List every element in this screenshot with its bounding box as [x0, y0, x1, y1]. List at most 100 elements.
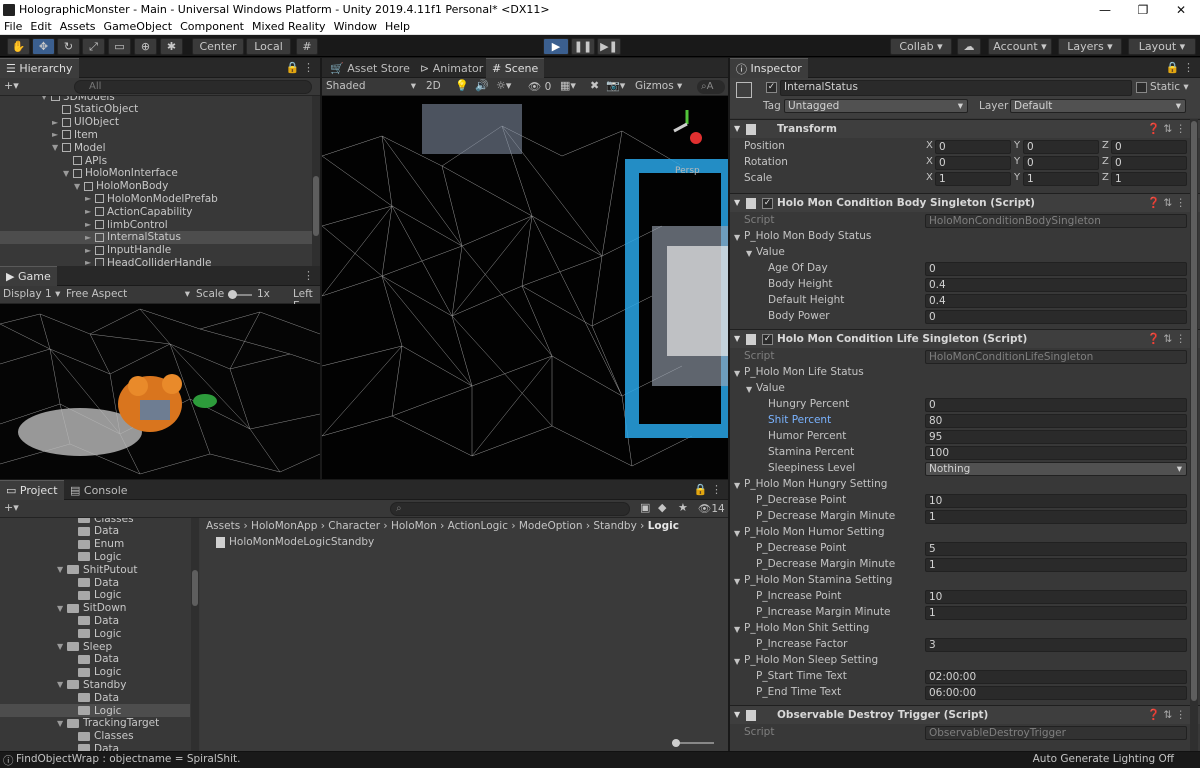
- project-folder[interactable]: Logic: [0, 627, 190, 640]
- expand-arrow-icon[interactable]: ►: [85, 194, 95, 203]
- foldout-arrow-icon[interactable]: ▼: [734, 710, 740, 719]
- expand-arrow-icon[interactable]: ▼: [57, 642, 67, 651]
- maximize-button[interactable]: ❐: [1124, 3, 1162, 17]
- project-folder[interactable]: Data: [0, 742, 190, 751]
- collab-button[interactable]: Collab ▾: [890, 38, 952, 55]
- account-dropdown[interactable]: Account ▾: [988, 38, 1052, 55]
- tab-animator[interactable]: ⊳ Animator: [414, 58, 489, 78]
- expand-arrow-icon[interactable]: ►: [85, 246, 95, 255]
- rect-tool-icon[interactable]: ▭: [108, 38, 131, 55]
- breadcrumb-item[interactable]: HoloMonApp: [251, 520, 317, 532]
- body-value-group[interactable]: ▼ Value: [730, 245, 1200, 261]
- static-checkbox[interactable]: [1136, 82, 1147, 93]
- z-field[interactable]: 1: [1111, 172, 1187, 186]
- menu-help[interactable]: Help: [381, 20, 414, 33]
- expand-arrow-icon[interactable]: ▼: [57, 680, 67, 689]
- component-menu-icon[interactable]: ❓ ⇅ ⋮: [1147, 332, 1186, 345]
- transform-tool-icon[interactable]: ⊕: [134, 38, 157, 55]
- file-item[interactable]: HoloMonModeLogicStandby: [216, 535, 374, 549]
- scene-view[interactable]: Persp: [322, 96, 728, 479]
- foldout-arrow-icon[interactable]: ▼: [734, 233, 740, 242]
- setting-group[interactable]: ▼ P_Holo Mon Stamina Setting: [730, 573, 1200, 589]
- y-field[interactable]: 1: [1023, 172, 1099, 186]
- setting-group[interactable]: ▼ P_Holo Mon Humor Setting: [730, 525, 1200, 541]
- tab-project[interactable]: ▭ Project: [0, 480, 64, 500]
- expand-arrow-icon[interactable]: ►: [52, 118, 62, 127]
- project-folder[interactable]: Data: [0, 614, 190, 627]
- tab-hierarchy[interactable]: ☰ Hierarchy: [0, 58, 79, 78]
- game-view[interactable]: [0, 304, 320, 479]
- value-field[interactable]: 0: [925, 310, 1187, 324]
- layers-dropdown[interactable]: Layers ▾: [1058, 38, 1122, 55]
- project-folder[interactable]: Logic: [0, 550, 190, 563]
- hierarchy-item[interactable]: APIs: [0, 154, 312, 167]
- foldout-arrow-icon[interactable]: ▼: [734, 334, 740, 343]
- layout-dropdown[interactable]: Layout ▾: [1128, 38, 1196, 55]
- project-folder[interactable]: Enum: [0, 538, 190, 551]
- foldout-arrow-icon[interactable]: ▼: [734, 369, 740, 378]
- value-field[interactable]: 0.4: [925, 278, 1187, 292]
- setting-group[interactable]: ▼ P_Holo Mon Shit Setting: [730, 621, 1200, 637]
- project-menu-icon[interactable]: 🔒 ⋮: [694, 483, 722, 496]
- value-field[interactable]: 1: [925, 606, 1187, 620]
- play-button[interactable]: ▶: [543, 38, 569, 55]
- hierarchy-item[interactable]: ► HeadColliderHandle: [0, 256, 312, 266]
- component-menu-icon[interactable]: ❓ ⇅ ⋮: [1147, 196, 1186, 209]
- game-menu-icon[interactable]: ⋮: [303, 269, 314, 282]
- close-button[interactable]: ✕: [1162, 3, 1200, 17]
- icon-size-slider[interactable]: [672, 739, 714, 747]
- shading-dropdown[interactable]: Shaded ▾: [326, 80, 416, 92]
- expand-arrow-icon[interactable]: ▼: [41, 96, 51, 101]
- project-folder[interactable]: ▼ TrackingTarget: [0, 717, 190, 730]
- pivot-local-button[interactable]: Local: [246, 38, 291, 55]
- life-status-group[interactable]: ▼ P_Holo Mon Life Status: [730, 365, 1200, 381]
- pause-button[interactable]: ❚❚: [571, 38, 595, 55]
- setting-group[interactable]: ▼ P_Holo Mon Hungry Setting: [730, 477, 1200, 493]
- project-create-icon[interactable]: +▾: [4, 501, 19, 514]
- hierarchy-item[interactable]: ► Item: [0, 128, 312, 141]
- value-field[interactable]: 95: [925, 430, 1187, 444]
- menu-mixed-reality[interactable]: Mixed Reality: [248, 20, 330, 33]
- menu-file[interactable]: File: [0, 20, 26, 33]
- destroy-trigger-header[interactable]: ▼ Observable Destroy Trigger (Script) ❓ ⇅ …: [730, 705, 1200, 724]
- expand-arrow-icon[interactable]: ►: [85, 207, 95, 216]
- project-folder[interactable]: Logic: [0, 704, 190, 717]
- lighting-icon[interactable]: 💡: [455, 79, 469, 92]
- breadcrumb-item[interactable]: Standby: [593, 520, 636, 532]
- foldout-arrow-icon[interactable]: ▼: [746, 385, 752, 394]
- project-folder[interactable]: ▼ ShitPutout: [0, 563, 190, 576]
- audio-icon[interactable]: 🔊: [475, 79, 489, 92]
- value-field[interactable]: 10: [925, 494, 1187, 508]
- expand-arrow-icon[interactable]: ▼: [57, 604, 67, 613]
- scale-tool-icon[interactable]: ⤢: [82, 38, 105, 55]
- menu-assets[interactable]: Assets: [56, 20, 100, 33]
- breadcrumb-item[interactable]: ActionLogic: [448, 520, 508, 532]
- layer-dropdown[interactable]: Default ▾: [1010, 99, 1186, 113]
- foldout-arrow-icon[interactable]: ▼: [734, 481, 740, 490]
- foldout-arrow-icon[interactable]: ▼: [734, 198, 740, 207]
- life-value-group[interactable]: ▼ Value: [730, 381, 1200, 397]
- breadcrumb-item[interactable]: HoloMon: [391, 520, 437, 532]
- foldout-arrow-icon[interactable]: ▼: [734, 124, 740, 133]
- expand-arrow-icon[interactable]: ►: [85, 233, 95, 242]
- value-field[interactable]: 0.4: [925, 294, 1187, 308]
- 2d-toggle[interactable]: 2D: [426, 80, 441, 92]
- tag-dropdown[interactable]: Untagged ▾: [784, 99, 968, 113]
- minimize-button[interactable]: —: [1086, 3, 1124, 17]
- x-field[interactable]: 1: [935, 172, 1011, 186]
- x-field[interactable]: 0: [935, 140, 1011, 154]
- value-field[interactable]: 100: [925, 446, 1187, 460]
- hidden-objects-counter[interactable]: 👁 0: [528, 80, 551, 93]
- hierarchy-item[interactable]: ▼ Model: [0, 141, 312, 154]
- project-folder[interactable]: Data: [0, 525, 190, 538]
- panel-menu-icon[interactable]: 🔒 ⋮: [286, 61, 314, 74]
- grid-icon[interactable]: ▦▾: [560, 79, 576, 92]
- menu-gameobject[interactable]: GameObject: [100, 20, 177, 33]
- setting-group[interactable]: ▼ P_Holo Mon Sleep Setting: [730, 653, 1200, 669]
- inspector-scrollbar[interactable]: [1190, 119, 1198, 751]
- hierarchy-item[interactable]: StaticObject: [0, 103, 312, 116]
- rotate-tool-icon[interactable]: ↻: [57, 38, 80, 55]
- display-dropdown[interactable]: Display 1 ▾: [3, 288, 60, 300]
- camera-icon[interactable]: 📷▾: [606, 79, 625, 92]
- expand-arrow-icon[interactable]: ▼: [63, 169, 73, 178]
